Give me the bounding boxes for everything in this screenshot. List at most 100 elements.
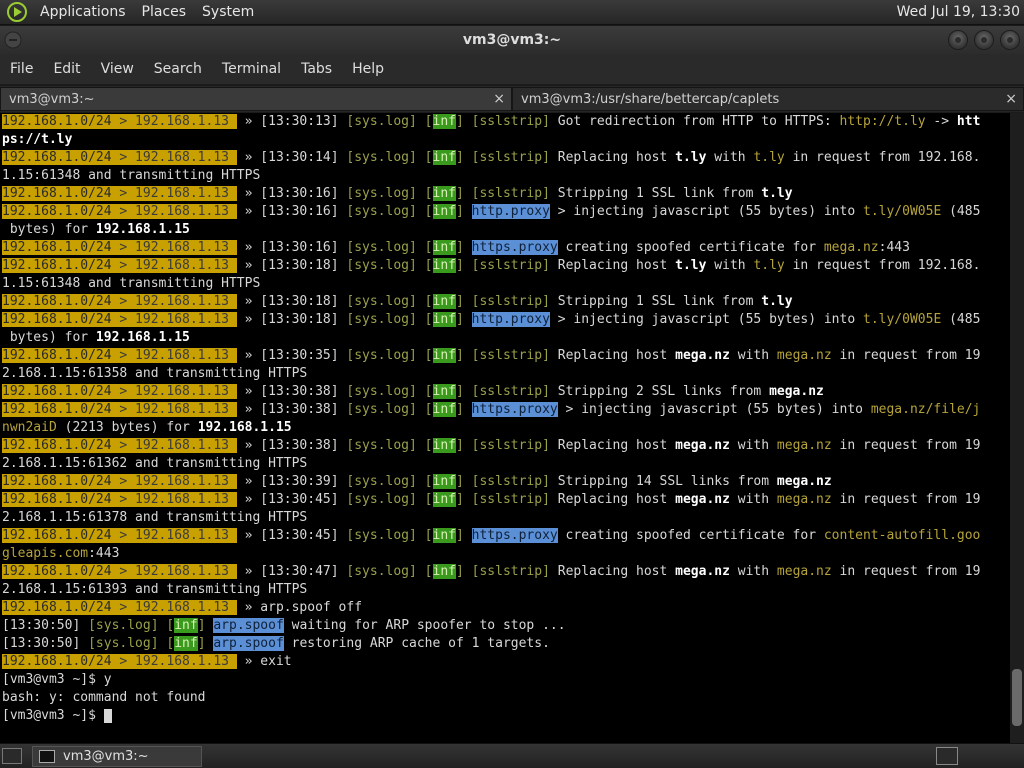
log-source: [sys.log] <box>346 312 417 327</box>
module-highlight: http.proxy <box>471 312 550 327</box>
log-text: » arp.spoof off <box>236 600 363 615</box>
bold-host: 192.168.1.15 <box>95 222 190 237</box>
log-level-badge: inf <box>432 474 456 489</box>
menu-tabs[interactable]: Tabs <box>291 61 342 77</box>
log-level-badge: inf <box>432 528 456 543</box>
bold-host: mega.nz <box>776 474 832 489</box>
log-source: ] <box>455 564 464 579</box>
menu-help[interactable]: Help <box>342 61 394 77</box>
target-ip-label: > 192.168.1.13 <box>111 492 237 507</box>
log-level-badge: inf <box>432 492 456 507</box>
url-text: mega.nz <box>776 492 832 507</box>
module-name: [sslstrip] <box>471 186 550 201</box>
taskbar-window-button[interactable]: vm3@vm3:~ <box>32 746 202 767</box>
terminal-line: [vm3@vm3 ~]$ <box>2 707 980 725</box>
menu-view[interactable]: View <box>91 61 144 77</box>
terminal-line: 192.168.1.0/24 > 192.168.1.13 » [13:30:4… <box>2 527 980 545</box>
terminal-line: 192.168.1.0/24 > 192.168.1.13 » [13:30:3… <box>2 401 980 419</box>
terminal-line: bash: y: command not found <box>2 689 980 707</box>
log-text: 2.168.1.15:61362 and transmitting HTTPS <box>2 456 308 471</box>
menu-terminal[interactable]: Terminal <box>212 61 291 77</box>
log-text: » [13:30:45] <box>236 492 347 507</box>
module-name: [sslstrip] <box>471 384 550 399</box>
workspace-switcher-icon[interactable] <box>936 747 958 765</box>
terminal-line: [13:30:50] [sys.log] [inf] arp.spoof res… <box>2 635 980 653</box>
log-level-badge: inf <box>432 564 456 579</box>
clock[interactable]: Wed Jul 19, 13:30 <box>897 4 1020 20</box>
bottom-panel: vm3@vm3:~ <box>0 743 1024 768</box>
menu-system[interactable]: System <box>194 4 262 20</box>
terminal-line: 192.168.1.0/24 > 192.168.1.13 » [13:30:1… <box>2 149 980 167</box>
log-source: [ <box>424 114 433 129</box>
log-level-badge: inf <box>432 348 456 363</box>
bold-host: mega.nz <box>675 492 730 507</box>
subnet-label: 192.168.1.0/24 <box>2 186 112 201</box>
show-desktop-icon[interactable] <box>2 748 22 764</box>
log-source: [sys.log] <box>346 402 417 417</box>
terminal-output[interactable]: 192.168.1.0/24 > 192.168.1.13 » [13:30:1… <box>0 113 1010 743</box>
maximize-button[interactable] <box>974 30 994 50</box>
minimize-button[interactable] <box>948 30 968 50</box>
log-source: ] <box>455 240 464 255</box>
url-text: mega.nz <box>776 564 832 579</box>
log-source: [ <box>424 402 433 417</box>
menu-search[interactable]: Search <box>144 61 212 77</box>
close-tab-icon[interactable]: × <box>493 91 505 107</box>
log-text: Replacing host <box>549 258 676 273</box>
menu-file[interactable]: File <box>0 61 43 77</box>
terminal-line: 1.15:61348 and transmitting HTTPS <box>2 275 980 293</box>
url-text: http://t.ly <box>839 114 926 129</box>
applications-logo-icon[interactable] <box>6 1 28 23</box>
log-text: » [13:30:14] <box>236 150 347 165</box>
menu-edit[interactable]: Edit <box>43 61 90 77</box>
log-text: > injecting javascript (55 bytes) into <box>549 312 863 327</box>
log-source: [ <box>424 384 433 399</box>
log-source: [sys.log] <box>346 240 417 255</box>
log-level-badge: inf <box>432 186 456 201</box>
log-text: Replacing host <box>549 150 676 165</box>
module-highlight: arp.spoof <box>213 618 284 633</box>
module-name: [sslstrip] <box>471 348 550 363</box>
subnet-label: 192.168.1.0/24 <box>2 114 112 129</box>
subnet-label: 192.168.1.0/24 <box>2 654 112 669</box>
tab-home[interactable]: vm3@vm3:~ × <box>0 87 512 111</box>
log-text: bash: y: command not found <box>2 690 206 705</box>
target-ip-label: > 192.168.1.13 <box>111 204 237 219</box>
log-text: bytes) for <box>2 330 96 345</box>
menu-applications[interactable]: Applications <box>32 4 134 20</box>
terminal-line: 192.168.1.0/24 > 192.168.1.13 » [13:30:1… <box>2 311 980 329</box>
terminal-line: 192.168.1.0/24 > 192.168.1.13 » [13:30:3… <box>2 383 980 401</box>
log-level-badge: inf <box>432 240 456 255</box>
module-highlight: https.proxy <box>471 528 558 543</box>
close-window-button[interactable] <box>1000 30 1020 50</box>
menu-places[interactable]: Places <box>134 4 195 20</box>
log-source: ] <box>455 204 464 219</box>
log-source: [sys.log] <box>346 114 417 129</box>
window-titlebar[interactable]: vm3@vm3:~ <box>0 26 1024 54</box>
terminal-line: 2.168.1.15:61362 and transmitting HTTPS <box>2 455 980 473</box>
log-text: » [13:30:38] <box>236 384 347 399</box>
tab-bar: vm3@vm3:~ × vm3@vm3:/usr/share/bettercap… <box>0 86 1024 112</box>
log-source: ] <box>455 258 464 273</box>
close-tab-icon[interactable]: × <box>1005 91 1017 107</box>
module-name: [sslstrip] <box>471 492 550 507</box>
target-ip-label: > 192.168.1.13 <box>111 240 237 255</box>
target-ip-label: > 192.168.1.13 <box>111 564 237 579</box>
tab-caplets[interactable]: vm3@vm3:/usr/share/bettercap/caplets × <box>512 87 1024 111</box>
log-text: Replacing host <box>549 492 676 507</box>
target-ip-label: > 192.168.1.13 <box>111 312 237 327</box>
terminal-scrollbar[interactable] <box>1010 113 1024 743</box>
module-name: [sslstrip] <box>471 258 550 273</box>
scrollbar-thumb[interactable] <box>1012 669 1022 726</box>
log-source: ] <box>455 348 464 363</box>
log-source: [ <box>424 294 433 309</box>
log-text: » [13:30:45] <box>236 528 347 543</box>
